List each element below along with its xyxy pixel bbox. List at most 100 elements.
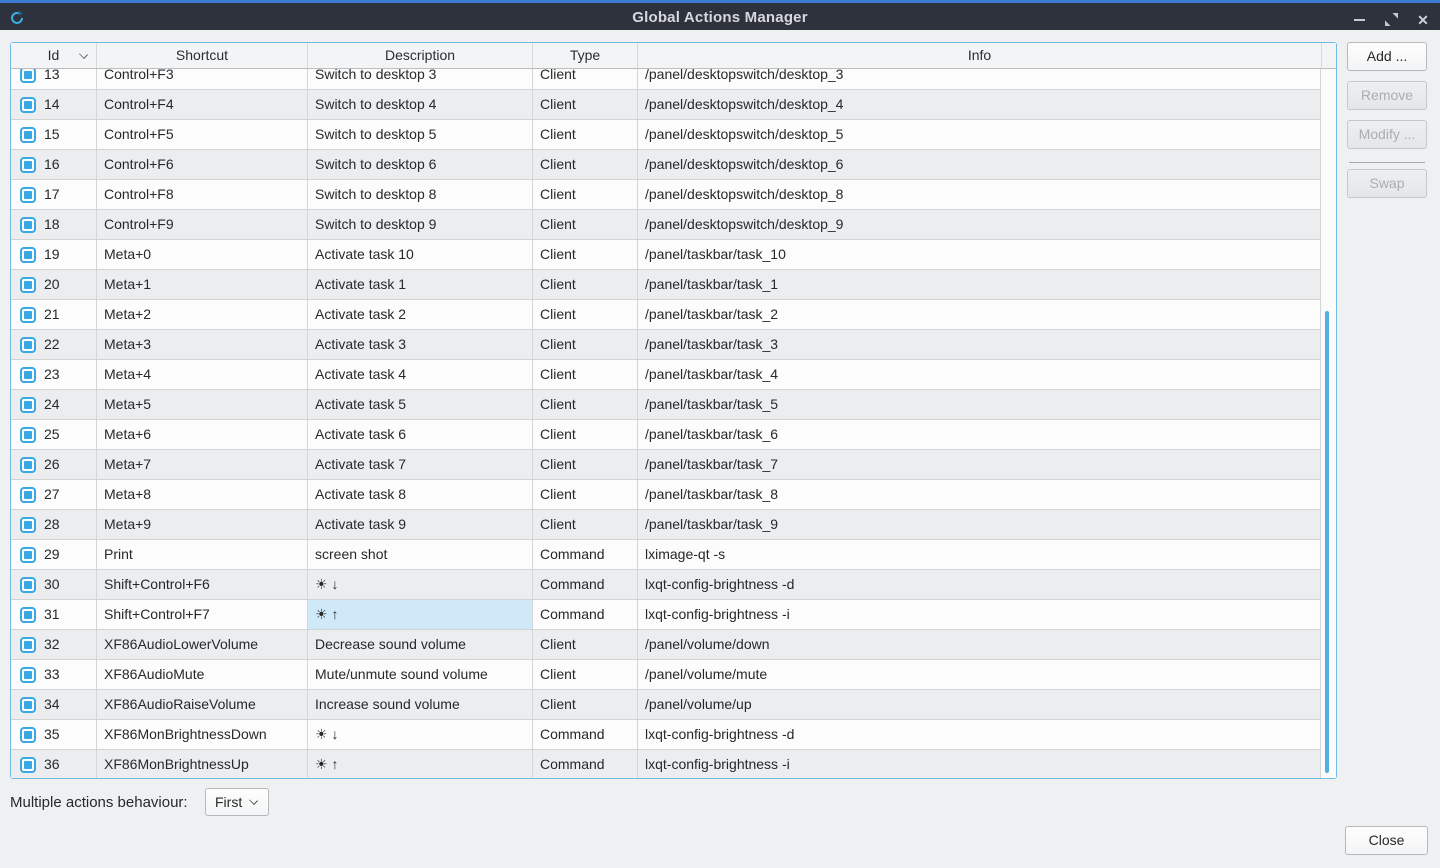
add-button[interactable]: Add ... [1347,42,1427,71]
vertical-scrollbar[interactable] [1321,69,1336,778]
row-enabled-checkbox[interactable] [20,367,36,383]
table-row[interactable]: 33XF86AudioMuteMute/unmute sound volumeC… [11,660,1321,690]
row-shortcut: XF86AudioLowerVolume [97,630,308,659]
row-enabled-checkbox[interactable] [20,69,36,83]
row-description: Switch to desktop 9 [308,210,533,239]
table-row[interactable]: 18Control+F9Switch to desktop 9Client/pa… [11,210,1321,240]
minimize-icon [1354,19,1365,21]
row-id-cell: 15 [11,120,97,149]
table-row[interactable]: 14Control+F4Switch to desktop 4Client/pa… [11,90,1321,120]
row-enabled-checkbox[interactable] [20,187,36,203]
table-row[interactable]: 24Meta+5Activate task 5Client/panel/task… [11,390,1321,420]
table-row[interactable]: 21Meta+2Activate task 2Client/panel/task… [11,300,1321,330]
row-enabled-checkbox[interactable] [20,247,36,263]
row-shortcut: Meta+6 [97,420,308,449]
table-row[interactable]: 26Meta+7Activate task 7Client/panel/task… [11,450,1321,480]
table-row[interactable]: 29Printscreen shotCommandlximage-qt -s [11,540,1321,570]
row-info: /panel/volume/up [638,690,1321,719]
table-row[interactable]: 27Meta+8Activate task 8Client/panel/task… [11,480,1321,510]
table-row[interactable]: 16Control+F6Switch to desktop 6Client/pa… [11,150,1321,180]
row-description: Switch to desktop 6 [308,150,533,179]
remove-button: Remove [1347,81,1427,110]
checkbox-mark-icon [24,131,32,139]
close-button[interactable]: Close [1345,826,1428,855]
table-row[interactable]: 20Meta+1Activate task 1Client/panel/task… [11,270,1321,300]
sort-indicator-icon [79,50,88,59]
table-row[interactable]: 35XF86MonBrightnessDown☀ ↓Commandlxqt-co… [11,720,1321,750]
column-header-info[interactable]: Info [638,43,1322,68]
table-row[interactable]: 22Meta+3Activate task 3Client/panel/task… [11,330,1321,360]
checkbox-mark-icon [24,731,32,739]
scrollbar-thumb[interactable] [1325,311,1329,773]
row-enabled-checkbox[interactable] [20,97,36,113]
row-enabled-checkbox[interactable] [20,157,36,173]
row-id: 28 [44,510,60,539]
row-enabled-checkbox[interactable] [20,487,36,503]
table-row[interactable]: 23Meta+4Activate task 4Client/panel/task… [11,360,1321,390]
row-id-cell: 29 [11,540,97,569]
row-enabled-checkbox[interactable] [20,427,36,443]
table-row[interactable]: 17Control+F8Switch to desktop 8Client/pa… [11,180,1321,210]
row-info: /panel/taskbar/task_9 [638,510,1321,539]
row-enabled-checkbox[interactable] [20,277,36,293]
row-shortcut: Meta+2 [97,300,308,329]
row-description: screen shot [308,540,533,569]
column-header-id[interactable]: Id [11,43,97,68]
column-header-shortcut[interactable]: Shortcut [97,43,308,68]
row-enabled-checkbox[interactable] [20,637,36,653]
table-row[interactable]: 31Shift+Control+F7☀ ↑Commandlxqt-config-… [11,600,1321,630]
row-enabled-checkbox[interactable] [20,457,36,473]
table-body: 13Control+F3Switch to desktop 3Client/pa… [11,69,1321,778]
row-info: /panel/taskbar/task_2 [638,300,1321,329]
swap-button: Swap [1347,169,1427,198]
row-id: 19 [44,240,60,269]
table-row[interactable]: 19Meta+0Activate task 10Client/panel/tas… [11,240,1321,270]
row-id: 14 [44,90,60,119]
row-enabled-checkbox[interactable] [20,307,36,323]
row-enabled-checkbox[interactable] [20,607,36,623]
behaviour-dropdown[interactable]: First [205,788,269,816]
table-row[interactable]: 36XF86MonBrightnessUp☀ ↑Commandlxqt-conf… [11,750,1321,778]
column-header-type[interactable]: Type [533,43,638,68]
row-description: ☀ ↑ [308,750,533,778]
maximize-button[interactable] [1382,11,1400,29]
table-row[interactable]: 30Shift+Control+F6☀ ↓Commandlxqt-config-… [11,570,1321,600]
row-enabled-checkbox[interactable] [20,757,36,773]
row-enabled-checkbox[interactable] [20,667,36,683]
row-id-cell: 35 [11,720,97,749]
row-id: 36 [44,750,60,778]
row-enabled-checkbox[interactable] [20,727,36,743]
row-id: 33 [44,660,60,689]
row-enabled-checkbox[interactable] [20,547,36,563]
row-enabled-checkbox[interactable] [20,577,36,593]
row-id-cell: 14 [11,90,97,119]
table-row[interactable]: 28Meta+9Activate task 9Client/panel/task… [11,510,1321,540]
row-enabled-checkbox[interactable] [20,337,36,353]
row-info: /panel/taskbar/task_1 [638,270,1321,299]
row-shortcut: XF86AudioRaiseVolume [97,690,308,719]
row-shortcut: Control+F6 [97,150,308,179]
row-description: Switch to desktop 4 [308,90,533,119]
row-enabled-checkbox[interactable] [20,127,36,143]
row-shortcut: Meta+7 [97,450,308,479]
row-enabled-checkbox[interactable] [20,697,36,713]
row-id: 35 [44,720,60,749]
row-enabled-checkbox[interactable] [20,397,36,413]
row-enabled-checkbox[interactable] [20,217,36,233]
row-type: Command [533,750,638,778]
column-header-description[interactable]: Description [308,43,533,68]
minimize-button[interactable] [1350,11,1368,29]
row-id: 29 [44,540,60,569]
table-row[interactable]: 34XF86AudioRaiseVolumeIncrease sound vol… [11,690,1321,720]
row-id-cell: 26 [11,450,97,479]
row-type: Client [533,180,638,209]
row-description: Switch to desktop 3 [308,69,533,89]
row-enabled-checkbox[interactable] [20,517,36,533]
table-row[interactable]: 32XF86AudioLowerVolumeDecrease sound vol… [11,630,1321,660]
table-row[interactable]: 15Control+F5Switch to desktop 5Client/pa… [11,120,1321,150]
table-row[interactable]: 13Control+F3Switch to desktop 3Client/pa… [11,69,1321,90]
close-window-button[interactable]: ✕ [1414,11,1432,29]
row-id-cell: 25 [11,420,97,449]
table-row[interactable]: 25Meta+6Activate task 6Client/panel/task… [11,420,1321,450]
row-id-cell: 18 [11,210,97,239]
